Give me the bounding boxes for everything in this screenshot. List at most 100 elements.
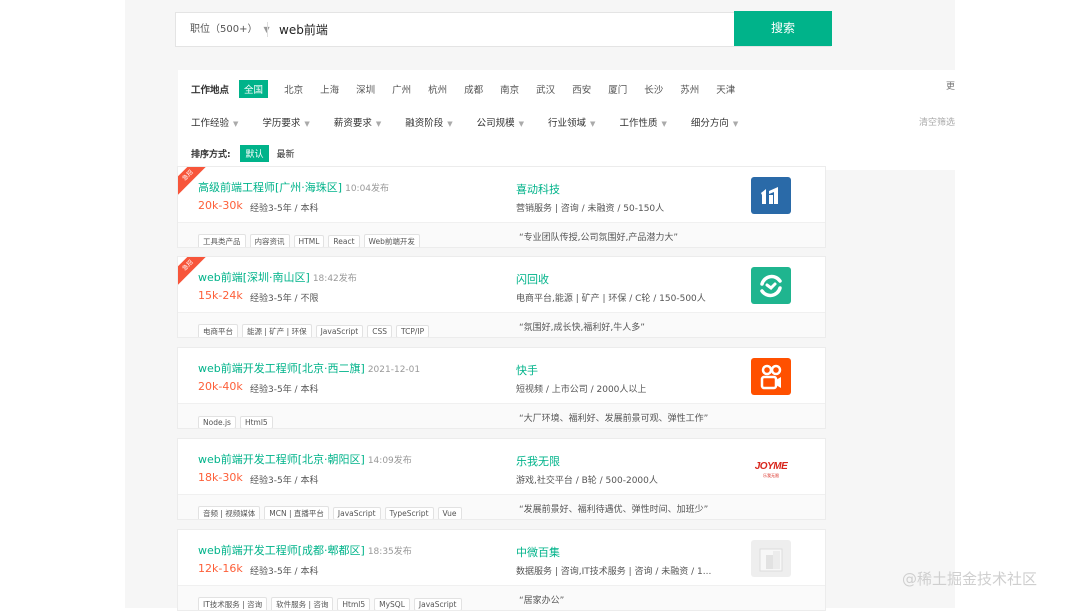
- chevron-down-icon: ▼: [304, 120, 310, 128]
- city-option[interactable]: 南京: [496, 80, 523, 98]
- job-title-row: web前端[深圳·南山区] 18:42发布: [198, 269, 357, 285]
- city-option[interactable]: 广州: [388, 80, 415, 98]
- city-option[interactable]: 全国: [239, 80, 269, 98]
- filter-dropdown[interactable]: 细分方向 ▼: [691, 115, 738, 129]
- side-more-link[interactable]: 更: [946, 79, 955, 92]
- job-title-row: web前端开发工程师[北京·朝阳区] 14:09发布: [198, 451, 412, 467]
- city-option[interactable]: 西安: [568, 80, 595, 98]
- city-option[interactable]: 杭州: [424, 80, 451, 98]
- job-card[interactable]: 急招 高级前端工程师[广州·海珠区] 10:04发布 20k-30k 经验3-5年 / …: [177, 166, 826, 248]
- company-logo[interactable]: [751, 177, 791, 214]
- company-logo[interactable]: JOYME 乐我无限: [751, 449, 791, 486]
- job-title-row: 高级前端工程师[广州·海珠区] 10:04发布: [198, 179, 389, 195]
- filter-dropdown-label: 薪资要求: [333, 118, 372, 129]
- salary: 15k-24k: [198, 289, 243, 302]
- job-tag: 工具类产品: [198, 234, 246, 247]
- city-option[interactable]: 天津: [712, 80, 739, 98]
- job-card[interactable]: web前端开发工程师[北京·西二旗] 2021-12-01 20k-40k 经验3-5…: [177, 347, 826, 429]
- job-card[interactable]: 急招 web前端[深圳·南山区] 18:42发布 15k-24k 经验3-5年 / 不限…: [177, 256, 826, 338]
- job-title-link[interactable]: web前端开发工程师[北京·西二旗]: [198, 362, 365, 375]
- filter-dropdown[interactable]: 工作经验 ▼: [191, 115, 238, 129]
- company-logo[interactable]: [751, 267, 791, 304]
- company-name-link[interactable]: 喜动科技: [516, 181, 560, 197]
- filter-dropdown-label: 细分方向: [690, 118, 729, 129]
- company-info: 游戏,社交平台 / B轮 / 500-2000人: [516, 476, 658, 486]
- city-option[interactable]: 成都: [460, 80, 487, 98]
- filter-dropdown[interactable]: 融资阶段 ▼: [405, 115, 452, 129]
- job-card-main: web前端开发工程师[北京·西二旗] 2021-12-01 20k-40k 经验3-5…: [178, 348, 825, 403]
- job-card-main: web前端开发工程师[成都·郫都区] 18:35发布 12k-16k 经验3-5年 /…: [178, 530, 825, 585]
- company-logo-mark: [759, 548, 783, 572]
- job-title-link[interactable]: web前端[深圳·南山区]: [198, 271, 310, 284]
- filter-dropdown[interactable]: 工作性质 ▼: [619, 115, 666, 129]
- filter-dropdown[interactable]: 薪资要求 ▼: [334, 115, 381, 129]
- company-info: 电商平台,能源 | 矿产 | 环保 / C轮 / 150-500人: [516, 294, 706, 304]
- filter-dropdown-label: 工作性质: [619, 118, 658, 129]
- job-card-footer: Node.js Html5 “大厂环境、福利好、发展前景可观、弹性工作”: [178, 403, 825, 428]
- job-tag: JavaScript: [332, 507, 381, 519]
- city-option[interactable]: 长沙: [640, 80, 667, 98]
- company-name-link[interactable]: 中微百集: [516, 544, 560, 560]
- clear-filter-link[interactable]: 清空筛选: [919, 115, 955, 128]
- search-input[interactable]: [279, 19, 719, 39]
- sort-option[interactable]: 最新: [272, 145, 300, 162]
- job-requirements: 经验3-5年 / 本科: [250, 476, 319, 486]
- job-card[interactable]: web前端开发工程师[成都·郫都区] 18:35发布 12k-16k 经验3-5年 /…: [177, 529, 826, 611]
- job-tag: 音频 | 视频媒体: [198, 506, 261, 519]
- job-tag: JavaScript: [413, 598, 462, 610]
- company-quote: “大厂环境、福利好、发展前景可观、弹性工作”: [519, 414, 709, 424]
- company-logo-text: JOYME: [754, 461, 788, 472]
- tag-list: 音频 | 视频媒体 MCN | 直播平台 JavaScript TypeScript V…: [198, 501, 466, 519]
- sort-label: 排序方式:: [191, 150, 231, 160]
- job-tag: CSS: [367, 325, 392, 337]
- city-option[interactable]: 武汉: [532, 80, 559, 98]
- chevron-down-icon: ▼: [447, 120, 453, 128]
- chevron-down-icon: ▼: [233, 120, 239, 128]
- company-name-link[interactable]: 闪回收: [516, 271, 549, 287]
- job-title-row: web前端开发工程师[成都·郫都区] 18:35发布: [198, 542, 412, 558]
- job-tag: MySQL: [374, 598, 410, 610]
- filter-dropdown[interactable]: 行业领域 ▼: [548, 115, 595, 129]
- job-card-main: web前端开发工程师[北京·朝阳区] 14:09发布 18k-30k 经验3-5年 /…: [178, 439, 825, 494]
- filter-dropdown-label: 公司规模: [476, 118, 515, 129]
- job-tag: Web前端开发: [363, 234, 420, 247]
- job-tag: Node.js: [198, 416, 236, 428]
- job-card[interactable]: web前端开发工程师[北京·朝阳区] 14:09发布 18k-30k 经验3-5年 /…: [177, 438, 826, 520]
- company-quote: “发展前景好、福利待遇优、弹性时间、加班少”: [519, 505, 709, 515]
- city-option[interactable]: 北京: [280, 80, 307, 98]
- company-logo-subtext: 乐我无限: [763, 473, 779, 478]
- publish-time: 2021-12-01: [367, 365, 421, 375]
- search-type-select[interactable]: 职位（500+）▼: [190, 13, 270, 46]
- job-title-link[interactable]: 高级前端工程师[广州·海珠区]: [198, 181, 342, 194]
- job-title-link[interactable]: web前端开发工程师[北京·朝阳区]: [198, 453, 365, 466]
- city-option[interactable]: 深圳: [352, 80, 379, 98]
- city-option[interactable]: 厦门: [604, 80, 631, 98]
- publish-time: 18:42发布: [312, 274, 357, 284]
- job-tag: TypeScript: [384, 507, 434, 519]
- city-option[interactable]: 苏州: [676, 80, 703, 98]
- job-title-link[interactable]: web前端开发工程师[成都·郫都区]: [198, 544, 365, 557]
- job-tag: Html5: [239, 416, 273, 428]
- filter-dropdown-label: 融资阶段: [405, 118, 444, 129]
- chevron-down-icon: ▼: [661, 120, 667, 128]
- sort-option[interactable]: 默认: [240, 145, 269, 162]
- chevron-down-icon: ▼: [732, 120, 739, 128]
- company-logo-mark: [761, 187, 778, 204]
- chevron-down-icon: ▼: [375, 120, 382, 128]
- company-name-link[interactable]: 乐我无限: [516, 453, 560, 469]
- filter-dropdown[interactable]: 公司规模 ▼: [477, 115, 524, 129]
- city-filter-row: 工作地点 全国 北京 上海 深圳 广州 杭州 成都 南京 武汉 西安 厦门 长沙 苏州 天津: [191, 80, 748, 98]
- tag-list: Node.js Html5: [198, 410, 277, 428]
- company-logo[interactable]: [751, 358, 791, 395]
- company-logo[interactable]: [751, 540, 791, 577]
- city-option[interactable]: 上海: [316, 80, 343, 98]
- divider: [267, 22, 268, 37]
- filter-dropdown[interactable]: 学历要求 ▼: [262, 115, 309, 129]
- chevron-down-icon: ▼: [590, 120, 596, 128]
- company-logo-mark: [760, 364, 782, 390]
- company-quote: “居家办公”: [519, 596, 565, 606]
- search-button[interactable]: 搜索: [734, 11, 832, 46]
- company-name-link[interactable]: 快手: [516, 362, 538, 378]
- job-tag: 能源 | 矿产 | 环保: [242, 324, 312, 337]
- job-card-main: 急招 web前端[深圳·南山区] 18:42发布 15k-24k 经验3-5年 / 不限…: [178, 257, 825, 312]
